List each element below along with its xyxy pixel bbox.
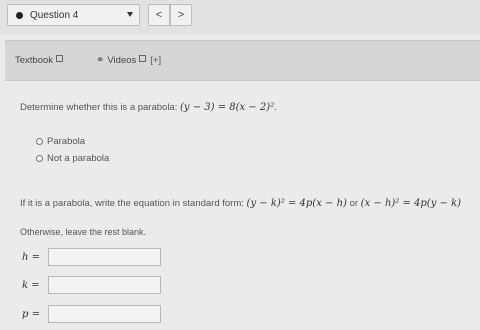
standard-form-instructions: If it is a parabola, write the equation … [20, 198, 461, 209]
question-content: Determine whether this is a parabola: (y… [0, 80, 480, 330]
instructions-text: If it is a parabola, write the equation … [20, 198, 244, 209]
question-label: Question 4 [30, 9, 79, 21]
k-input[interactable] [48, 276, 161, 294]
videos-link[interactable]: ⚭ Videos [+] [96, 55, 161, 66]
k-label: k = [22, 279, 40, 291]
standard-form-1: (y − k)² = 4p(x − h) [246, 198, 347, 209]
videos-expand-link[interactable]: [+] [150, 55, 161, 66]
p-label: p = [22, 308, 40, 320]
h-input[interactable] [48, 248, 161, 266]
option-not-parabola-label: Not a parabola [47, 153, 110, 164]
chevron-right-icon: > [177, 9, 185, 21]
option-not-parabola[interactable]: Not a parabola [36, 153, 109, 164]
p-input[interactable] [48, 305, 161, 323]
prompt-end: . [274, 102, 277, 113]
prompt-text: Determine whether this is a parabola: [20, 102, 178, 113]
standard-form-2: (x − h)² = 4p(y − k) [360, 198, 462, 209]
textbook-label: Textbook [15, 55, 54, 66]
radio-not-parabola[interactable] [36, 155, 43, 162]
chevron-down-icon [127, 12, 133, 17]
videos-label: Videos [107, 55, 137, 66]
chevron-left-icon: < [155, 9, 163, 21]
resources-toolbar: Textbook ⚭ Videos [+] [5, 40, 480, 81]
option-parabola-label: Parabola [47, 136, 86, 147]
h-label: h = [22, 251, 40, 263]
option-parabola[interactable]: Parabola [36, 136, 85, 147]
question-prompt: Determine whether this is a parabola: (y… [20, 102, 277, 113]
paperclip-icon: ⚭ [96, 55, 105, 66]
status-dot-icon [16, 11, 23, 19]
question-select[interactable]: Question 4 [7, 4, 140, 26]
external-link-icon [139, 55, 147, 62]
radio-parabola[interactable] [36, 138, 43, 145]
previous-question-button[interactable]: < [148, 4, 170, 26]
external-link-icon [56, 55, 64, 62]
k-field-row: k = [22, 276, 161, 294]
p-field-row: p = [22, 305, 161, 323]
textbook-link[interactable]: Textbook [15, 55, 64, 66]
top-bar: Question 4 < > [0, 0, 480, 34]
or-text: or [349, 198, 359, 209]
otherwise-note: Otherwise, leave the rest blank. [20, 227, 147, 237]
h-field-row: h = [22, 248, 161, 266]
next-question-button[interactable]: > [170, 4, 192, 26]
given-equation: (y − 3) = 8(x − 2)² [180, 102, 275, 113]
